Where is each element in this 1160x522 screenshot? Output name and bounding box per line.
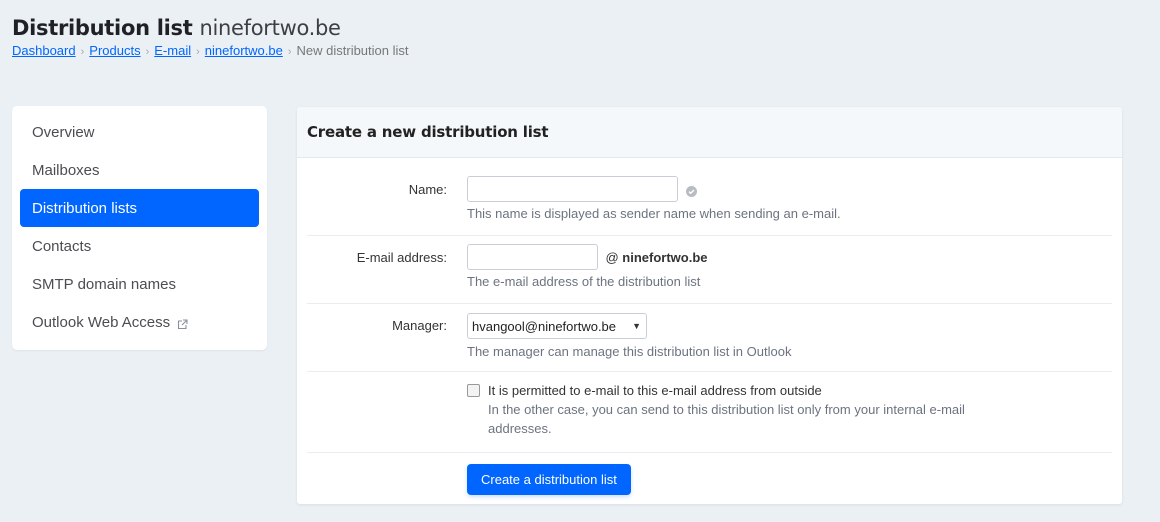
sidebar-item-distribution-lists[interactable]: Distribution lists <box>20 189 259 227</box>
form: Name: This name is displayed as sender n… <box>297 158 1122 495</box>
form-row-external: It is permitted to e-mail to this e-mail… <box>307 372 1112 453</box>
check-circle-icon <box>686 184 698 197</box>
form-row-submit: Create a distribution list <box>307 453 1112 495</box>
name-input[interactable] <box>467 176 678 202</box>
sidebar-item-label: Mailboxes <box>32 161 100 179</box>
card-header: Create a new distribution list <box>297 107 1122 158</box>
empty-label <box>307 464 467 495</box>
external-link-icon <box>177 317 188 329</box>
email-label: E-mail address: <box>356 250 447 265</box>
breadcrumb-email[interactable]: E-mail <box>154 43 191 58</box>
external-email-help: In the other case, you can send to this … <box>488 402 965 436</box>
sidebar-item-label: Contacts <box>32 237 92 255</box>
sidebar-item-label: SMTP domain names <box>32 275 176 293</box>
page-title-domain: ninefortwo.be <box>199 16 341 40</box>
page-header: Distribution list ninefortwo.be Dashboar… <box>12 14 409 61</box>
sidebar-item-outlook-web-access[interactable]: Outlook Web Access <box>20 303 259 341</box>
sidebar-item-smtp-domain-names[interactable]: SMTP domain names <box>20 265 259 303</box>
manager-select[interactable]: hvangool@ninefortwo.be ▼ <box>467 313 647 339</box>
name-help: This name is displayed as sender name wh… <box>467 206 841 221</box>
email-input[interactable] <box>467 244 598 270</box>
external-email-checkbox[interactable] <box>467 384 480 397</box>
name-label: Name: <box>408 182 447 197</box>
empty-label <box>307 381 467 452</box>
breadcrumb-current: New distribution list <box>296 43 409 58</box>
sidebar-nav: Overview Mailboxes Distribution lists Co… <box>12 106 267 350</box>
breadcrumb-separator: › <box>80 46 85 58</box>
email-help: The e-mail address of the distribution l… <box>467 274 701 289</box>
email-domain: ninefortwo.be <box>622 249 708 265</box>
chevron-down-icon: ▼ <box>632 321 641 331</box>
manager-label: Manager: <box>392 318 447 333</box>
breadcrumb-products[interactable]: Products <box>89 43 140 58</box>
at-sign: @ <box>605 249 619 265</box>
sidebar-item-label: Overview <box>32 123 95 141</box>
card-title: Create a new distribution list <box>307 123 549 141</box>
breadcrumb: Dashboard › Products › E-mail › ninefortwo.be ›… <box>12 42 409 61</box>
external-email-label[interactable]: It is permitted to e-mail to this e-mail… <box>488 381 822 400</box>
manager-help: The manager can manage this distribution… <box>467 344 792 359</box>
breadcrumb-separator: › <box>287 46 292 58</box>
sidebar-item-overview[interactable]: Overview <box>20 113 259 151</box>
form-row-name: Name: This name is displayed as sender n… <box>307 158 1112 236</box>
sidebar-item-label: Distribution lists <box>32 199 138 217</box>
page-title-main: Distribution list <box>12 16 193 40</box>
breadcrumb-domain[interactable]: ninefortwo.be <box>205 43 283 58</box>
breadcrumb-separator: › <box>145 46 150 58</box>
page-title: Distribution list ninefortwo.be <box>12 14 409 42</box>
form-row-manager: Manager: hvangool@ninefortwo.be ▼ The ma… <box>307 304 1112 372</box>
create-distribution-list-card: Create a new distribution list Name: Thi… <box>297 107 1122 504</box>
sidebar-item-contacts[interactable]: Contacts <box>20 227 259 265</box>
breadcrumb-dashboard[interactable]: Dashboard <box>12 43 76 58</box>
breadcrumb-separator: › <box>196 46 200 58</box>
sidebar-item-mailboxes[interactable]: Mailboxes <box>20 151 259 189</box>
email-domain-suffix: @ ninefortwo.be <box>605 250 707 265</box>
create-distribution-list-button[interactable]: Create a distribution list <box>467 464 631 495</box>
form-row-email: E-mail address: @ ninefortwo.be The e-ma… <box>307 236 1112 304</box>
manager-selected-value: hvangool@ninefortwo.be <box>472 318 617 334</box>
sidebar-item-label: Outlook Web Access <box>32 313 171 331</box>
